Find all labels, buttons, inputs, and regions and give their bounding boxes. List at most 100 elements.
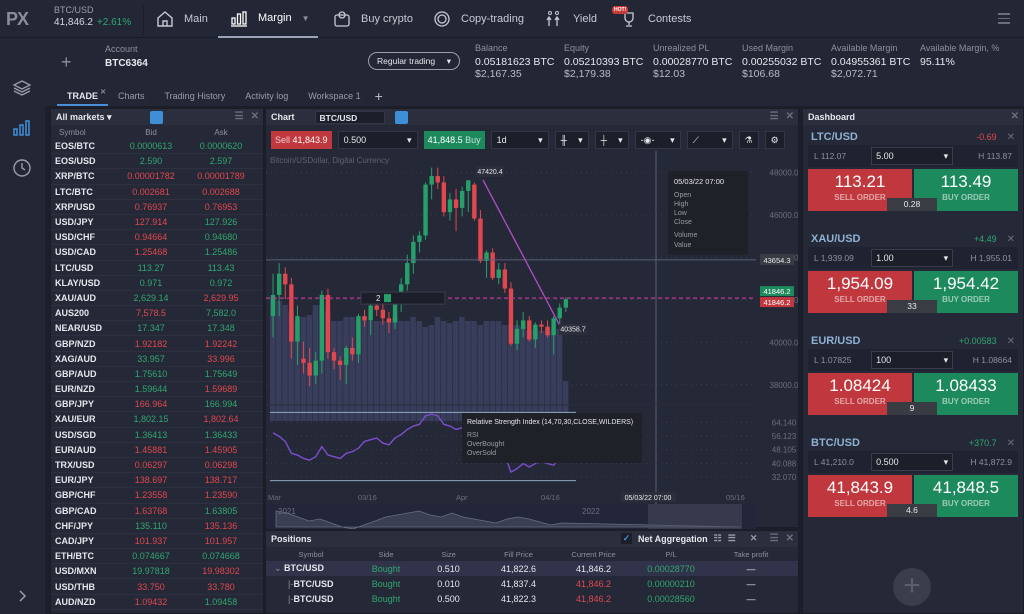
market-bid[interactable]: 33.957 — [116, 354, 186, 364]
market-bid[interactable]: 1.25468 — [116, 247, 186, 257]
nav-margin[interactable]: Margin ▼ — [218, 0, 318, 38]
markets-filter-select[interactable]: All markets ▾ — [56, 112, 112, 123]
interval-select[interactable]: 1d ▾ — [490, 131, 549, 149]
market-ask[interactable]: 1.75649 — [186, 369, 256, 379]
market-ask[interactable]: 17.348 — [186, 323, 256, 333]
close-tab-icon[interactable]: ✕ — [100, 83, 106, 103]
market-ask[interactable]: 1.36433 — [186, 430, 256, 440]
market-bid[interactable]: 33.750 — [116, 582, 186, 592]
hamburger-menu-icon[interactable] — [998, 13, 1010, 27]
tree-view-icon[interactable]: ☰ — [728, 533, 736, 544]
market-row[interactable]: EUR/AUD 1.45881 1.45905 — [51, 443, 263, 458]
market-bid[interactable]: 166.964 — [116, 399, 186, 409]
market-row[interactable]: GBP/NZD 1.92182 1.92242 — [51, 336, 263, 352]
market-ask[interactable]: 0.074668 — [186, 551, 256, 561]
market-row[interactable]: TRX/USD 0.06297 0.06298 — [51, 458, 263, 474]
timeline-button[interactable]: -◉- ▾ — [634, 131, 681, 149]
nav-yield[interactable]: Yield — [545, 0, 597, 38]
market-bid[interactable]: 0.0000613 — [116, 141, 186, 151]
market-row[interactable]: USD/CHF 0.94664 0.94680 — [51, 230, 263, 246]
market-row[interactable]: GBP/CAD 1.63768 1.63805 — [51, 504, 263, 519]
tab-trade[interactable]: TRADE ✕ — [57, 86, 108, 106]
market-bid[interactable]: 127.914 — [116, 217, 186, 227]
add-account-icon[interactable]: + — [61, 52, 72, 73]
market-ask[interactable]: 1.63805 — [186, 506, 256, 516]
market-ask[interactable]: 0.0000620 — [186, 141, 256, 151]
link-icon[interactable] — [149, 110, 163, 124]
market-bid[interactable]: 0.06297 — [116, 460, 186, 470]
market-bid[interactable]: 0.002681 — [116, 187, 186, 197]
market-row[interactable]: EOS/USD 2.590 2.597 — [51, 154, 263, 170]
market-row[interactable]: XRP/USD 0.76937 0.76953 — [51, 200, 263, 215]
clock-icon[interactable] — [12, 158, 32, 178]
trading-mode-select[interactable]: Regular trading ▾ — [368, 52, 460, 70]
net-aggregation-checkbox[interactable]: ✓ — [621, 533, 632, 544]
menu-icon[interactable]: ☰ — [235, 111, 244, 122]
nav-copy-trading[interactable]: Copy-trading — [433, 0, 524, 38]
chart-sell-button[interactable]: Sell 41,843.9 — [271, 131, 332, 149]
account-id[interactable]: BTC6364 — [105, 58, 148, 69]
market-row[interactable]: XAU/AUD 2,629.14 2,629.95 — [51, 291, 263, 307]
market-row[interactable]: GBP/CHF 1.23558 1.23590 — [51, 488, 263, 504]
market-bid[interactable]: 1.45881 — [116, 445, 186, 455]
market-bid[interactable]: 1.36413 — [116, 430, 186, 440]
market-bid[interactable]: 1,802.15 — [116, 414, 186, 424]
market-ask[interactable]: 2,629.95 — [186, 293, 256, 303]
menu-icon[interactable]: ☰ — [770, 111, 779, 122]
close-icon[interactable]: ✕ — [1007, 234, 1015, 245]
market-row[interactable]: GBP/AUD 1.75610 1.75649 — [51, 367, 263, 382]
chart-symbol-input[interactable]: BTC/USD — [314, 110, 385, 124]
close-icon[interactable]: ✕ — [1007, 438, 1015, 449]
market-bid[interactable]: 0.94664 — [116, 232, 186, 242]
tab-trading-history[interactable]: Trading History — [155, 86, 236, 106]
quote-amount-select[interactable]: 1.00 ▾ — [871, 249, 954, 267]
close-icon[interactable]: ✕ — [1007, 132, 1015, 143]
market-row[interactable]: XAG/AUD 33.957 33.996 — [51, 352, 263, 367]
position-row[interactable]: ⌄ BTC/USD Bought 0.510 41,822.6 41,846.2… — [266, 561, 798, 576]
market-ask[interactable]: 1,802.64 — [186, 414, 256, 424]
market-ask[interactable]: 1.09458 — [186, 597, 256, 607]
market-bid[interactable]: 138.697 — [116, 475, 186, 485]
market-bid[interactable]: 1.63768 — [116, 506, 186, 516]
close-all-icon[interactable]: ✕ — [750, 533, 758, 544]
market-row[interactable]: USD/MXN 19.97818 19.98302 — [51, 564, 263, 580]
market-row[interactable]: XAU/EUR 1,802.15 1,802.64 — [51, 412, 263, 428]
position-row[interactable]: |-BTC/USD Bought 0.500 41,822.3 41,846.2… — [266, 591, 798, 606]
market-ask[interactable]: 0.00001789 — [186, 171, 256, 181]
market-ask[interactable]: 1.45905 — [186, 445, 256, 455]
market-ask[interactable]: 2.597 — [186, 156, 256, 166]
chart-buy-button[interactable]: 41,848.5 Buy — [423, 131, 485, 149]
market-row[interactable]: XRP/BTC 0.00001782 0.00001789 — [51, 169, 263, 185]
market-ask[interactable]: 19.98302 — [186, 566, 256, 576]
close-icon[interactable]: ✕ — [786, 533, 794, 544]
market-row[interactable]: EUR/NZD 1.59644 1.59689 — [51, 382, 263, 398]
market-ask[interactable]: 0.94680 — [186, 232, 256, 242]
market-bid[interactable]: 0.074667 — [116, 551, 186, 561]
market-row[interactable]: CHF/JPY 135.110 135.136 — [51, 519, 263, 534]
quote-amount-select[interactable]: 100 ▾ — [871, 351, 954, 369]
nav-buy-crypto[interactable]: Buy crypto — [333, 0, 413, 38]
market-ask[interactable]: 0.06298 — [186, 460, 256, 470]
indicators-button[interactable]: ┼ ▾ — [594, 131, 629, 149]
market-bid[interactable]: 0.76937 — [116, 202, 186, 212]
market-row[interactable]: AUD/NZD 1.09432 1.09458 — [51, 595, 263, 610]
chart-type-button[interactable]: ╫ ▾ — [554, 131, 589, 149]
market-bid[interactable]: 1.23558 — [116, 490, 186, 500]
market-row[interactable]: USD/SGD 1.36413 1.36433 — [51, 428, 263, 443]
tab-activity-log[interactable]: Activity log — [235, 86, 298, 106]
market-ask[interactable]: 0.76953 — [186, 202, 256, 212]
market-ask[interactable]: 33.780 — [186, 582, 256, 592]
price-chart[interactable]: 48000.046000.044000.042000.040000.038000… — [266, 151, 798, 529]
market-bid[interactable]: 7,578.5 — [116, 308, 186, 318]
market-bid[interactable]: 1.09432 — [116, 597, 186, 607]
market-bid[interactable]: 113.27 — [116, 263, 186, 273]
market-bid[interactable]: 1.59644 — [116, 384, 186, 394]
quote-amount-select[interactable]: 0.500 ▾ — [871, 453, 954, 471]
market-ask[interactable]: 1.23590 — [186, 490, 256, 500]
close-icon[interactable]: ✕ — [1011, 111, 1019, 122]
close-icon[interactable]: ✕ — [251, 111, 259, 122]
list-view-icon[interactable]: ☷ — [714, 533, 722, 544]
market-bid[interactable]: 2,629.14 — [116, 293, 186, 303]
flask-icon[interactable]: ⚗ — [738, 131, 759, 149]
market-ask[interactable]: 7,582.0 — [186, 308, 256, 318]
